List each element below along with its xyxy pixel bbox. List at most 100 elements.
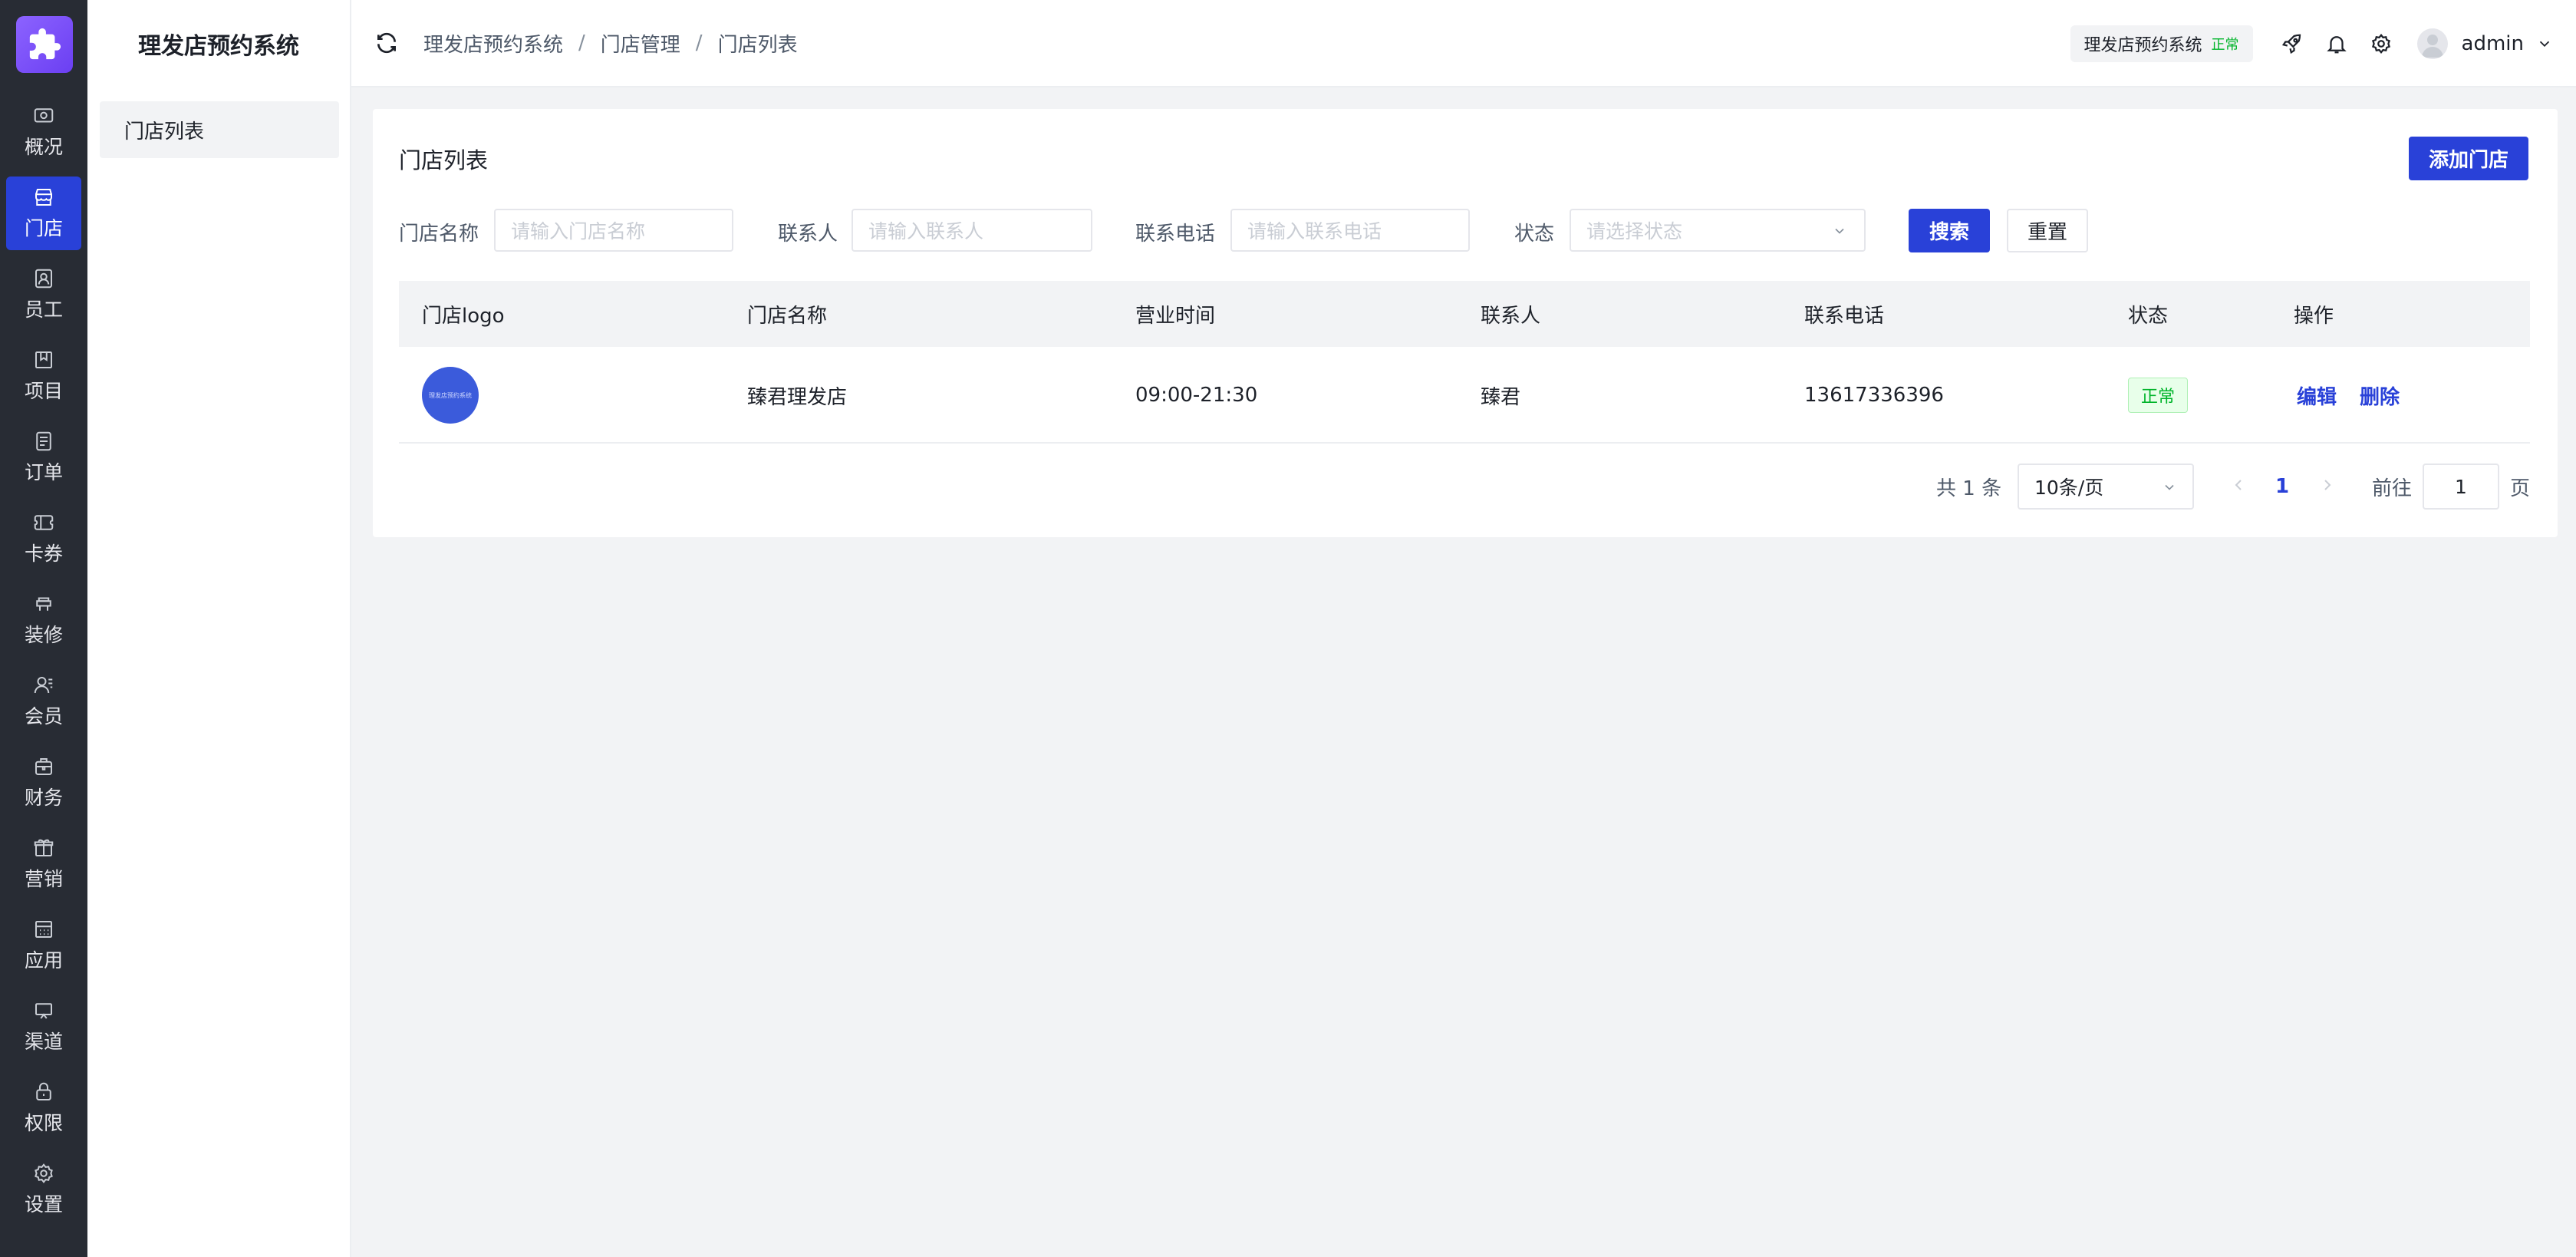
page-size-select[interactable]: 10条/页: [2018, 464, 2194, 510]
rail-item-order[interactable]: 订单: [6, 421, 81, 494]
puzzle-icon: [29, 28, 61, 60]
chevron-down-icon: [1835, 228, 1844, 234]
reset-button[interactable]: 重置: [2007, 209, 2088, 252]
rail-item-decorate[interactable]: 装修: [6, 583, 81, 657]
sidebar-title: 理发店预约系统: [138, 33, 299, 60]
cell-logo: 理发店预约系统: [422, 347, 479, 444]
breadcrumb-item[interactable]: 门店管理: [601, 29, 680, 58]
rail-item-channel[interactable]: 渠道: [6, 990, 81, 1064]
rail-item-label: 门店: [24, 217, 63, 239]
status-select[interactable]: 请选择状态: [1570, 209, 1866, 252]
column-header: 营业时间: [1135, 304, 1216, 328]
breadcrumb-current: 门店列表: [717, 33, 798, 57]
system-badge[interactable]: 理发店预约系统 正常: [2070, 25, 2253, 62]
chevron-down-icon: [2165, 484, 2174, 490]
filter-label-status: 状态: [1514, 223, 1555, 246]
rail-item-apps[interactable]: 应用: [6, 909, 81, 982]
rail-item-project[interactable]: 项目: [6, 339, 81, 413]
cell-contact: 臻君: [1481, 385, 1521, 409]
cell-hours: 09:00-21:30: [1135, 384, 1258, 407]
rail-item-settings[interactable]: 设置: [6, 1153, 81, 1226]
top-header: 理发店预约系统 / 门店管理 / 门店列表 理发店预约系统 正常 admin: [351, 0, 2576, 87]
rail-item-staff[interactable]: 员工: [6, 258, 81, 332]
store-logo: 理发店预约系统: [422, 367, 479, 424]
decorate-icon: [36, 597, 51, 611]
phone-placeholder: 请输入联系电话: [1247, 220, 1382, 242]
system-name: 理发店预约系统: [2084, 36, 2202, 55]
filter-label-phone: 联系电话: [1135, 223, 1216, 246]
system-status: 正常: [2211, 37, 2239, 53]
bell-icon[interactable]: [2325, 32, 2348, 55]
sidebar-item-store-list[interactable]: 门店列表: [100, 101, 339, 158]
goto-label: 前往: [2372, 477, 2413, 500]
rail-item-member[interactable]: 会员: [6, 665, 81, 738]
rail-item-permission[interactable]: 权限: [6, 1071, 81, 1145]
rail-item-label: 装修: [24, 624, 63, 646]
icon-rail: 概况 门店 员工 项目 订单 卡券 装修 会员 财务 营销 应用 渠道 权限 设…: [0, 0, 87, 1257]
app-logo[interactable]: [16, 16, 73, 73]
search-button[interactable]: 搜索: [1909, 209, 1990, 252]
marketing-icon: [34, 839, 54, 856]
chevron-down-icon[interactable]: [2536, 35, 2553, 52]
settings-icon: [35, 1163, 53, 1183]
rail-item-overview[interactable]: 概况: [6, 95, 81, 169]
prev-page-icon[interactable]: [2229, 476, 2248, 494]
finance-icon: [35, 758, 52, 775]
project-icon: [35, 351, 52, 368]
rail-item-label: 应用: [24, 949, 63, 972]
refresh-icon[interactable]: [374, 31, 399, 55]
filter-label-store-name: 门店名称: [399, 223, 479, 246]
header-right: 理发店预约系统 正常 admin: [2070, 0, 2553, 87]
table-row: 理发店预约系统 臻君理发店 09:00-21:30 臻君 13617336396…: [399, 347, 2530, 444]
edit-link[interactable]: 编辑: [2297, 381, 2337, 410]
add-store-button[interactable]: 添加门店: [2409, 137, 2528, 180]
rail-item-coupon[interactable]: 卡券: [6, 502, 81, 576]
delete-link[interactable]: 删除: [2360, 381, 2400, 410]
filter-label-contact: 联系人: [778, 223, 838, 246]
staff-icon: [35, 269, 52, 289]
breadcrumb-separator: /: [578, 31, 585, 54]
column-header: 操作: [2294, 304, 2334, 328]
rail-item-label: 权限: [24, 1112, 63, 1134]
cell-actions: 编辑 删除: [2297, 347, 2423, 444]
rail-item-label: 卡券: [24, 543, 63, 565]
avatar[interactable]: [2416, 28, 2448, 59]
next-page-icon[interactable]: [2318, 476, 2337, 494]
phone-input[interactable]: 请输入联系电话: [1230, 209, 1470, 252]
username[interactable]: admin: [2462, 32, 2524, 55]
rail-item-label: 渠道: [24, 1031, 63, 1053]
dashboard-icon: [34, 108, 54, 123]
rail-item-label: 设置: [24, 1193, 63, 1216]
store-icon: [35, 189, 52, 206]
store-name-placeholder: 请输入门店名称: [511, 220, 646, 242]
rail-item-label: 概况: [24, 136, 63, 158]
page-suffix: 页: [2510, 477, 2531, 500]
lock-icon: [36, 1082, 51, 1100]
rail-item-store[interactable]: 门店: [6, 177, 81, 250]
contact-input[interactable]: 请输入联系人: [852, 209, 1092, 252]
user-icon: [2421, 35, 2443, 58]
rail-item-label: 员工: [24, 299, 63, 321]
rail-item-label: 财务: [24, 787, 63, 809]
rail-item-finance[interactable]: 财务: [6, 746, 81, 820]
cell-status: 正常: [2128, 347, 2189, 444]
page-title: 门店列表: [399, 147, 489, 173]
column-header: 联系电话: [1804, 304, 1885, 328]
goto-page-input[interactable]: 1: [2423, 464, 2499, 510]
status-placeholder: 请选择状态: [1586, 220, 1683, 242]
cell-phone: 13617336396: [1804, 384, 1944, 407]
page-number-current[interactable]: 1: [2275, 464, 2289, 510]
rail-item-marketing[interactable]: 营销: [6, 827, 81, 901]
store-name-input[interactable]: 请输入门店名称: [494, 209, 733, 252]
total-count: 共 1 条: [1936, 477, 2002, 500]
rocket-icon[interactable]: [2281, 32, 2304, 55]
breadcrumb: 理发店预约系统 / 门店管理 / 门店列表: [423, 29, 798, 58]
gear-icon[interactable]: [2370, 32, 2393, 55]
breadcrumb-separator: /: [695, 31, 703, 54]
channel-icon: [35, 1003, 52, 1019]
column-header: 状态: [2128, 304, 2169, 328]
breadcrumb-item[interactable]: 理发店预约系统: [423, 29, 563, 58]
column-header: 联系人: [1481, 304, 1541, 328]
column-header: 门店logo: [422, 304, 505, 328]
secondary-sidebar: 理发店预约系统 门店列表: [87, 0, 351, 1257]
